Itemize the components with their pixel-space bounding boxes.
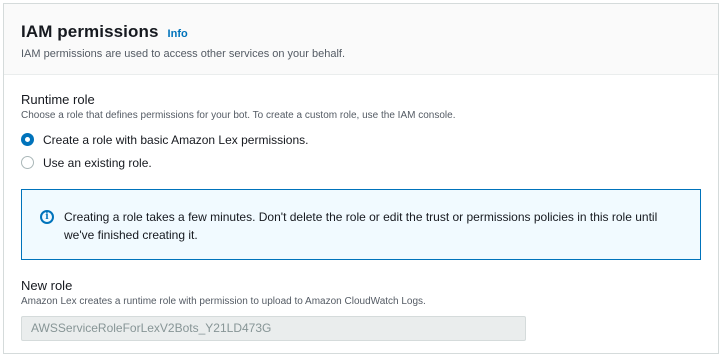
radio-button-selected[interactable] [21,133,34,146]
radio-option-create-role[interactable]: Create a role with basic Amazon Lex perm… [21,128,701,151]
runtime-role-radio-group: Create a role with basic Amazon Lex perm… [21,128,701,174]
new-role-description: Amazon Lex creates a runtime role with p… [21,296,426,307]
runtime-role-description: Choose a role that defines permissions f… [21,110,456,121]
panel-description: IAM permissions are used to access other… [21,48,346,60]
panel-body: Runtime role Choose a role that defines … [4,75,718,341]
info-link[interactable]: Info [168,28,188,40]
info-circle-icon: i [40,210,54,224]
runtime-role-label: Runtime role [21,92,95,107]
new-role-label: New role [21,278,73,293]
panel-title: IAM permissions [21,22,159,41]
radio-option-label[interactable]: Use an existing role. [43,156,152,170]
radio-button-unselected[interactable] [21,156,34,169]
panel-header: IAM permissions Info IAM permissions are… [4,4,718,75]
iam-permissions-panel: IAM permissions Info IAM permissions are… [3,3,719,354]
radio-option-existing-role[interactable]: Use an existing role. [21,151,701,174]
info-alert: i Creating a role takes a few minutes. D… [21,189,701,260]
alert-text: Creating a role takes a few minutes. Don… [64,210,658,242]
title-row: IAM permissions Info [21,22,718,42]
runtime-role-field: Runtime role Choose a role that defines … [21,92,701,174]
radio-option-label[interactable]: Create a role with basic Amazon Lex perm… [43,133,308,147]
new-role-field: New role Amazon Lex creates a runtime ro… [21,278,701,341]
new-role-name-input: AWSServiceRoleForLexV2Bots_Y21LD473G [21,316,526,341]
